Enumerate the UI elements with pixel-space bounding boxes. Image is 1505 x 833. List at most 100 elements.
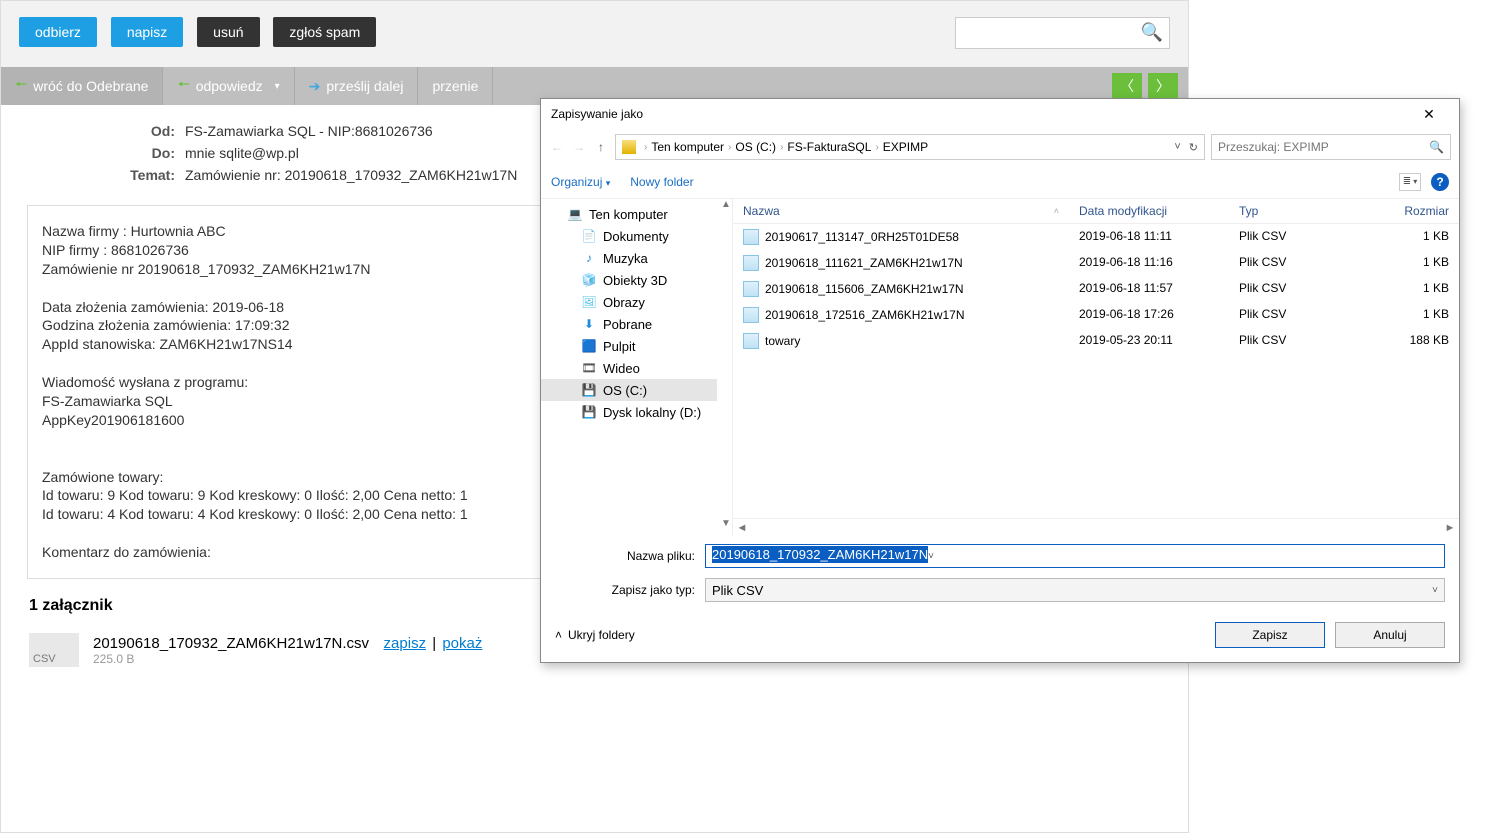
tree-item[interactable]: ♪Muzyka (541, 247, 732, 269)
forward-button[interactable]: ➔prześlij dalej (295, 67, 419, 105)
move-button[interactable]: przenie (418, 67, 493, 105)
attachment-show-link[interactable]: pokaż (442, 635, 482, 652)
dialog-title: Zapisywanie jako (551, 107, 643, 121)
from-label: Od: (27, 123, 175, 139)
subject-value: Zamówienie nr: 20190618_170932_ZAM6KH21w… (185, 167, 517, 183)
desktop-icon: 🟦 (581, 338, 597, 354)
tree-item[interactable]: 💾OS (C:) (541, 379, 732, 401)
close-icon[interactable]: ✕ (1409, 106, 1449, 123)
h-scrollbar[interactable]: ◄ ► (733, 518, 1459, 536)
filetype-label: Zapisz jako typ: (555, 583, 695, 597)
folder-tree: 💻Ten komputer📄Dokumenty♪Muzyka🧊Obiekty 3… (541, 199, 733, 536)
filename-input[interactable]: 20190618_170932_ZAM6KH21w17N˅ (705, 544, 1445, 568)
search-icon: 🔍 (1429, 140, 1444, 154)
reply-arrow-icon: 🠔 (177, 74, 189, 98)
object-icon: 🧊 (581, 272, 597, 288)
help-icon[interactable]: ? (1431, 173, 1449, 191)
disk-icon: 💾 (581, 382, 597, 398)
csv-badge-icon: CSV (29, 633, 79, 667)
organize-link[interactable]: Organizuj ▾ (551, 175, 610, 189)
filename-label: Nazwa pliku: (555, 549, 695, 563)
nav-forward-icon[interactable]: → (571, 140, 587, 154)
save-as-dialog: Zapisywanie jako ✕ ← → ↑ › Ten komputer … (540, 98, 1460, 663)
write-button[interactable]: napisz (111, 17, 183, 47)
delete-button[interactable]: usuń (197, 17, 259, 47)
attachment-filename: 20190618_170932_ZAM6KH21w17N.csv (93, 635, 369, 652)
tree-item[interactable]: 🎞Wideo (541, 357, 732, 379)
disk-icon: 💾 (581, 404, 597, 420)
tree-item[interactable]: 🧊Obiekty 3D (541, 269, 732, 291)
prev-mail-button[interactable]: 〈 (1112, 73, 1142, 99)
tree-item[interactable]: ⬇Pobrane (541, 313, 732, 335)
tree-item[interactable]: 💾Dysk lokalny (D:) (541, 401, 732, 423)
nav-up-icon[interactable]: ↑ (593, 140, 609, 154)
scroll-up-icon[interactable]: ▲ (717, 199, 733, 217)
col-type[interactable]: Typ (1229, 199, 1369, 223)
address-bar[interactable]: › Ten komputer › OS (C:) › FS-FakturaSQL… (615, 134, 1205, 160)
filetype-select[interactable]: Plik CSV˅ (705, 578, 1445, 602)
scroll-down-icon[interactable]: ▼ (717, 518, 733, 536)
scroll-left-icon[interactable]: ◄ (733, 522, 751, 534)
to-label: Do: (27, 145, 175, 161)
video-icon: 🎞 (581, 360, 597, 376)
breadcrumb-seg[interactable]: OS (C:) (735, 140, 776, 154)
chevron-down-icon[interactable]: ˅ (928, 551, 934, 562)
view-mode-button[interactable]: ≣ ▾ (1399, 173, 1421, 191)
attachment-save-link[interactable]: zapisz (384, 635, 427, 652)
image-icon: 🖼 (581, 294, 597, 310)
file-row[interactable]: 20190618_115606_ZAM6KH21w17N 2019-06-18 … (733, 276, 1459, 302)
file-row[interactable]: 20190618_111621_ZAM6KH21w17N 2019-06-18 … (733, 250, 1459, 276)
search-input[interactable]: 🔍 (955, 17, 1170, 49)
music-icon: ♪ (581, 250, 597, 266)
dialog-titlebar: Zapisywanie jako ✕ (541, 99, 1459, 129)
chevron-right-icon: › (644, 142, 647, 153)
file-row[interactable]: 20190617_113147_0RH25T01DE58 2019-06-18 … (733, 224, 1459, 250)
file-icon (743, 307, 759, 323)
nav-back-icon[interactable]: ← (549, 140, 565, 154)
back-arrow-icon: 🠔 (15, 74, 27, 98)
new-folder-link[interactable]: Nowy folder (630, 175, 693, 189)
attachment-size: 225.0 B (93, 652, 484, 666)
file-row[interactable]: 20190618_172516_ZAM6KH21w17N 2019-06-18 … (733, 302, 1459, 328)
back-button[interactable]: 🠔wróć do Odebrane (1, 67, 163, 105)
file-icon (743, 281, 759, 297)
file-icon (743, 333, 759, 349)
save-button[interactable]: Zapisz (1215, 622, 1325, 648)
to-value: mnie sqlite@wp.pl (185, 145, 299, 161)
dialog-search-input[interactable] (1218, 140, 1429, 154)
tree-item[interactable]: 🖼Obrazy (541, 291, 732, 313)
from-value: FS-Zamawiarka SQL - NIP:8681026736 (185, 123, 433, 139)
spam-button[interactable]: zgłoś spam (273, 17, 376, 47)
chevron-up-icon: ˄ (555, 628, 562, 642)
file-icon (743, 255, 759, 271)
chevron-right-icon: › (728, 142, 731, 153)
breadcrumb-seg[interactable]: Ten komputer (651, 140, 724, 154)
next-mail-button[interactable]: 〉 (1148, 73, 1178, 99)
chevron-down-icon: ▾ (275, 81, 280, 92)
breadcrumb-seg[interactable]: FS-FakturaSQL (787, 140, 871, 154)
forward-arrow-icon: ➔ (309, 78, 321, 95)
sort-up-icon: ˄ (1054, 206, 1059, 216)
top-toolbar: odbierz napisz usuń zgłoś spam 🔍 (1, 1, 1188, 67)
dialog-search[interactable]: 🔍 (1211, 134, 1451, 160)
folder-icon (622, 140, 636, 154)
receive-button[interactable]: odbierz (19, 17, 97, 47)
download-icon: ⬇ (581, 316, 597, 332)
breadcrumb-seg[interactable]: EXPIMP (883, 140, 928, 154)
tree-item[interactable]: 🟦Pulpit (541, 335, 732, 357)
tree-item[interactable]: 💻Ten komputer (541, 203, 732, 225)
hide-folders-link[interactable]: ˄Ukryj foldery (555, 628, 635, 642)
reply-button[interactable]: 🠔odpowiedz▾ (163, 67, 294, 105)
cancel-button[interactable]: Anuluj (1335, 622, 1445, 648)
file-row[interactable]: towary 2019-05-23 20:11 Plik CSV 188 KB (733, 328, 1459, 354)
col-size[interactable]: Rozmiar (1369, 199, 1459, 223)
refresh-icon[interactable]: ↻ (1189, 141, 1198, 154)
scroll-right-icon[interactable]: ► (1441, 522, 1459, 534)
document-icon: 📄 (581, 228, 597, 244)
col-date[interactable]: Data modyfikacji (1069, 199, 1229, 223)
chevron-down-icon: ˅ (1432, 585, 1438, 596)
search-icon: 🔍 (1141, 22, 1163, 43)
col-name[interactable]: Nazwa˄ (733, 199, 1069, 223)
tree-item[interactable]: 📄Dokumenty (541, 225, 732, 247)
chevron-down-icon[interactable]: ˅ (1174, 141, 1180, 153)
